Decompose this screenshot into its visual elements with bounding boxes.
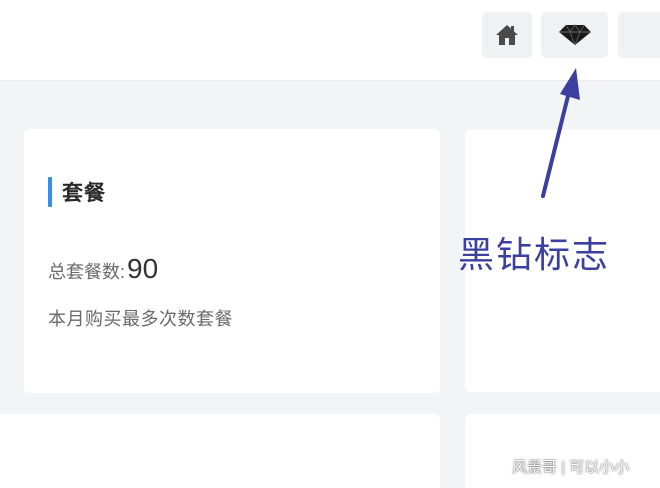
package-card: 套餐 总套餐数: 90 本月购买最多次数套餐 — [24, 129, 440, 393]
header-extra-button[interactable] — [618, 12, 660, 58]
home-icon — [496, 25, 518, 45]
black-diamond-icon — [558, 24, 591, 46]
watermark: 风景哥 | 可以小小 — [512, 459, 630, 476]
page: 套餐 总套餐数: 90 本月购买最多次数套餐 黑钻标志 风景哥 | 可以小小 — [0, 0, 660, 488]
card-title: 套餐 — [62, 182, 106, 205]
top-header — [0, 0, 660, 81]
title-accent-bar — [48, 177, 52, 207]
total-packages-stat: 总套餐数: 90 — [48, 253, 158, 285]
home-button[interactable] — [482, 12, 532, 58]
annotation-label: 黑钻标志 — [458, 234, 611, 275]
card-header: 套餐 — [48, 177, 106, 207]
most-bought-label: 本月购买最多次数套餐 — [48, 309, 233, 329]
bottom-left-card — [0, 414, 440, 488]
total-packages-value: 90 — [127, 253, 159, 284]
black-diamond-button[interactable] — [541, 12, 608, 58]
total-packages-label: 总套餐数: — [48, 262, 126, 282]
